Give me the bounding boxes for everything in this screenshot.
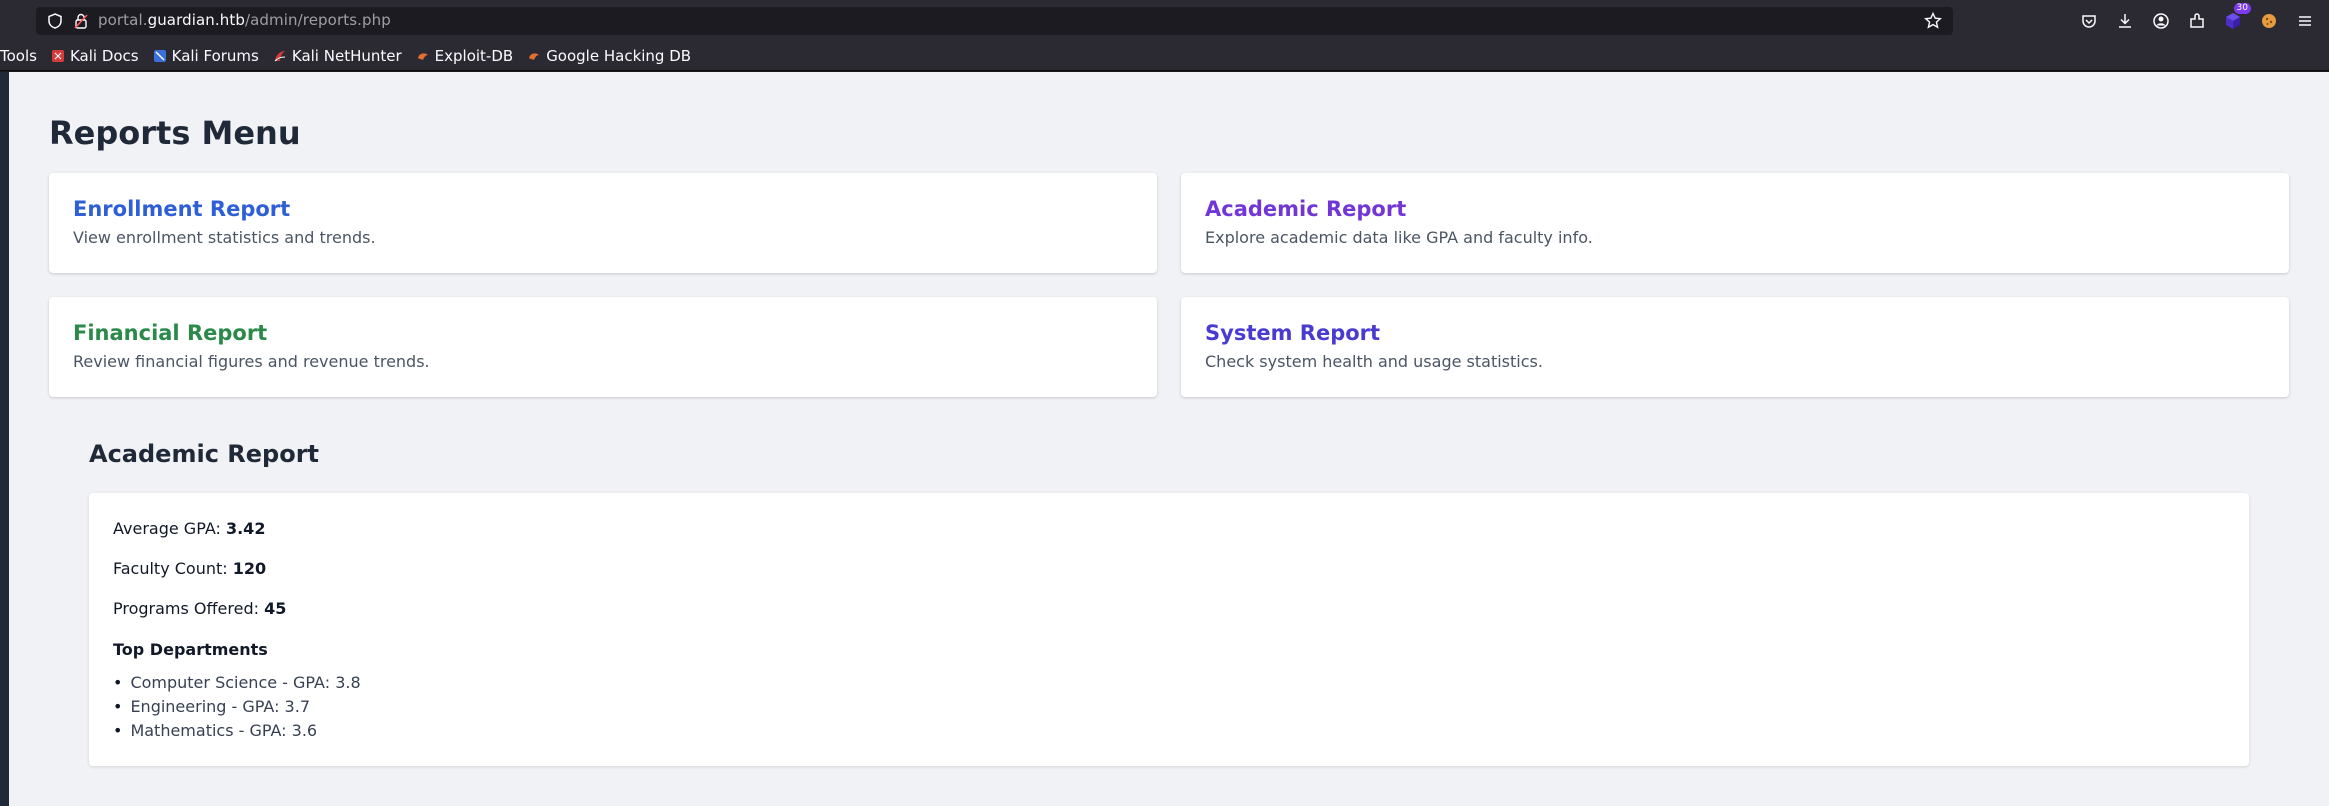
faculty-count-stat: Faculty Count: 120 [113, 559, 266, 578]
bookmark-label: Kali Docs [69, 47, 139, 65]
url-text[interactable]: portal.guardian.htb/admin/reports.php [98, 11, 391, 29]
faculty-count-value: 120 [232, 559, 267, 578]
page-content: Reports Menu Enrollment Report View enro… [9, 72, 2329, 806]
report-section-title: Academic Report [89, 440, 320, 468]
url-path: /admin/reports.php [244, 11, 391, 29]
academic-report-card[interactable]: Academic Report Explore academic data li… [1181, 173, 2289, 273]
financial-report-desc: Review financial figures and revenue tre… [73, 352, 430, 371]
cookie-extension-icon[interactable] [2257, 9, 2281, 33]
bookmark-label: Google Hacking DB [546, 47, 692, 65]
departments-list: Computer Science - GPA: 3.8 Engineering … [113, 671, 361, 743]
extensions-icon[interactable] [2185, 9, 2209, 33]
bookmark-kali-forums[interactable]: Kali Forums [153, 47, 259, 65]
bookmark-tools[interactable]: Tools [0, 47, 37, 65]
programs-offered-stat: Programs Offered: 45 [113, 599, 286, 618]
bookmark-google-hacking-db[interactable]: Google Hacking DB [527, 47, 691, 65]
bookmark-star-icon[interactable] [1923, 11, 1943, 31]
account-icon[interactable] [2149, 9, 2173, 33]
programs-offered-value: 45 [264, 599, 287, 618]
faculty-count-label: Faculty Count: [113, 559, 228, 578]
list-item: Computer Science - GPA: 3.8 [113, 671, 360, 695]
bookmark-kali-docs[interactable]: Kali Docs [51, 47, 139, 65]
bookmarks-bar: Tools Kali Docs Kali Forums Kali NetHunt… [0, 42, 2329, 71]
url-prefix: portal. [98, 11, 148, 29]
bookmark-kali-nethunter[interactable]: Kali NetHunter [273, 47, 402, 65]
downloads-icon[interactable] [2113, 9, 2137, 33]
list-item: Mathematics - GPA: 3.6 [113, 719, 361, 743]
average-gpa-value: 3.42 [225, 519, 266, 538]
page-title: Reports Menu [49, 114, 301, 152]
system-report-link[interactable]: System Report [1205, 321, 1380, 345]
system-report-card[interactable]: System Report Check system health and us… [1181, 297, 2289, 397]
enrollment-report-card[interactable]: Enrollment Report View enrollment statis… [49, 173, 1157, 273]
academic-report-desc: Explore academic data like GPA and facul… [1205, 228, 1593, 247]
enrollment-report-link[interactable]: Enrollment Report [73, 197, 290, 221]
toolbar-icons: 30 [2077, 3, 2317, 33]
exploit-db-icon [417, 53, 428, 60]
bookmark-label: Tools [0, 47, 37, 65]
url-domain: guardian.htb [147, 11, 245, 29]
browser-toolbar: portal.guardian.htb/admin/reports.php 30 [0, 0, 2329, 42]
average-gpa-stat: Average GPA: 3.42 [113, 519, 265, 538]
system-report-desc: Check system health and usage statistics… [1205, 352, 1543, 371]
financial-report-link[interactable]: Financial Report [73, 321, 267, 345]
financial-report-card[interactable]: Financial Report Review financial figure… [49, 297, 1157, 397]
sidebar-edge [0, 72, 9, 806]
extension-badge-icon[interactable]: 30 [2221, 3, 2251, 33]
enrollment-report-desc: View enrollment statistics and trends. [73, 228, 376, 247]
shield-icon[interactable] [46, 12, 64, 30]
bookmark-exploit-db[interactable]: Exploit-DB [416, 47, 514, 65]
bookmark-label: Kali Forums [171, 47, 259, 65]
bookmark-label: Kali NetHunter [291, 47, 402, 65]
pocket-icon[interactable] [2077, 9, 2101, 33]
top-departments-title: Top Departments [113, 640, 268, 659]
menu-icon[interactable] [2293, 9, 2317, 33]
programs-offered-label: Programs Offered: [113, 599, 260, 618]
academic-report-panel: Average GPA: 3.42 Faculty Count: 120 Pro… [89, 493, 2249, 766]
extension-badge-count: 30 [2233, 3, 2251, 14]
kali-docs-icon [51, 50, 64, 62]
kali-forums-icon [153, 50, 166, 62]
average-gpa-label: Average GPA: [113, 519, 221, 538]
insecure-lock-icon[interactable] [72, 12, 90, 30]
list-item: Engineering - GPA: 3.7 [113, 695, 361, 719]
address-bar[interactable]: portal.guardian.htb/admin/reports.php [36, 7, 1953, 35]
academic-report-link[interactable]: Academic Report [1205, 197, 1406, 221]
kali-nethunter-icon [274, 51, 285, 62]
bookmark-label: Exploit-DB [434, 47, 514, 65]
ghdb-icon [529, 53, 540, 60]
